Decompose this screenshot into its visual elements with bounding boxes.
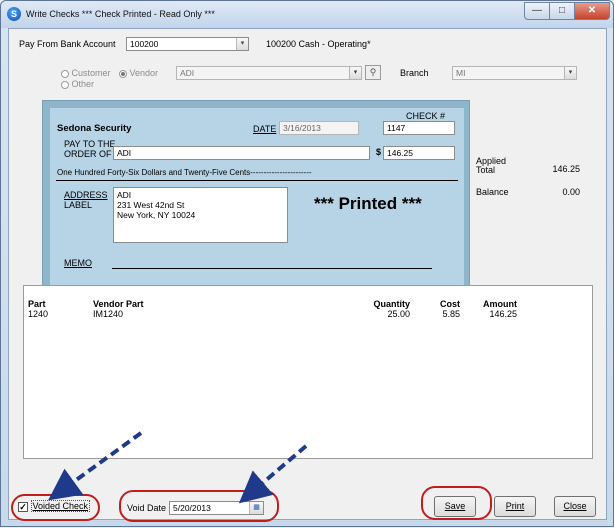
arrow-to-void-date	[238, 444, 308, 504]
write-checks-window: S Write Checks *** Check Printed - Read …	[0, 0, 614, 527]
annotation-arrows	[48, 431, 308, 504]
arrow-to-voided	[48, 431, 143, 501]
